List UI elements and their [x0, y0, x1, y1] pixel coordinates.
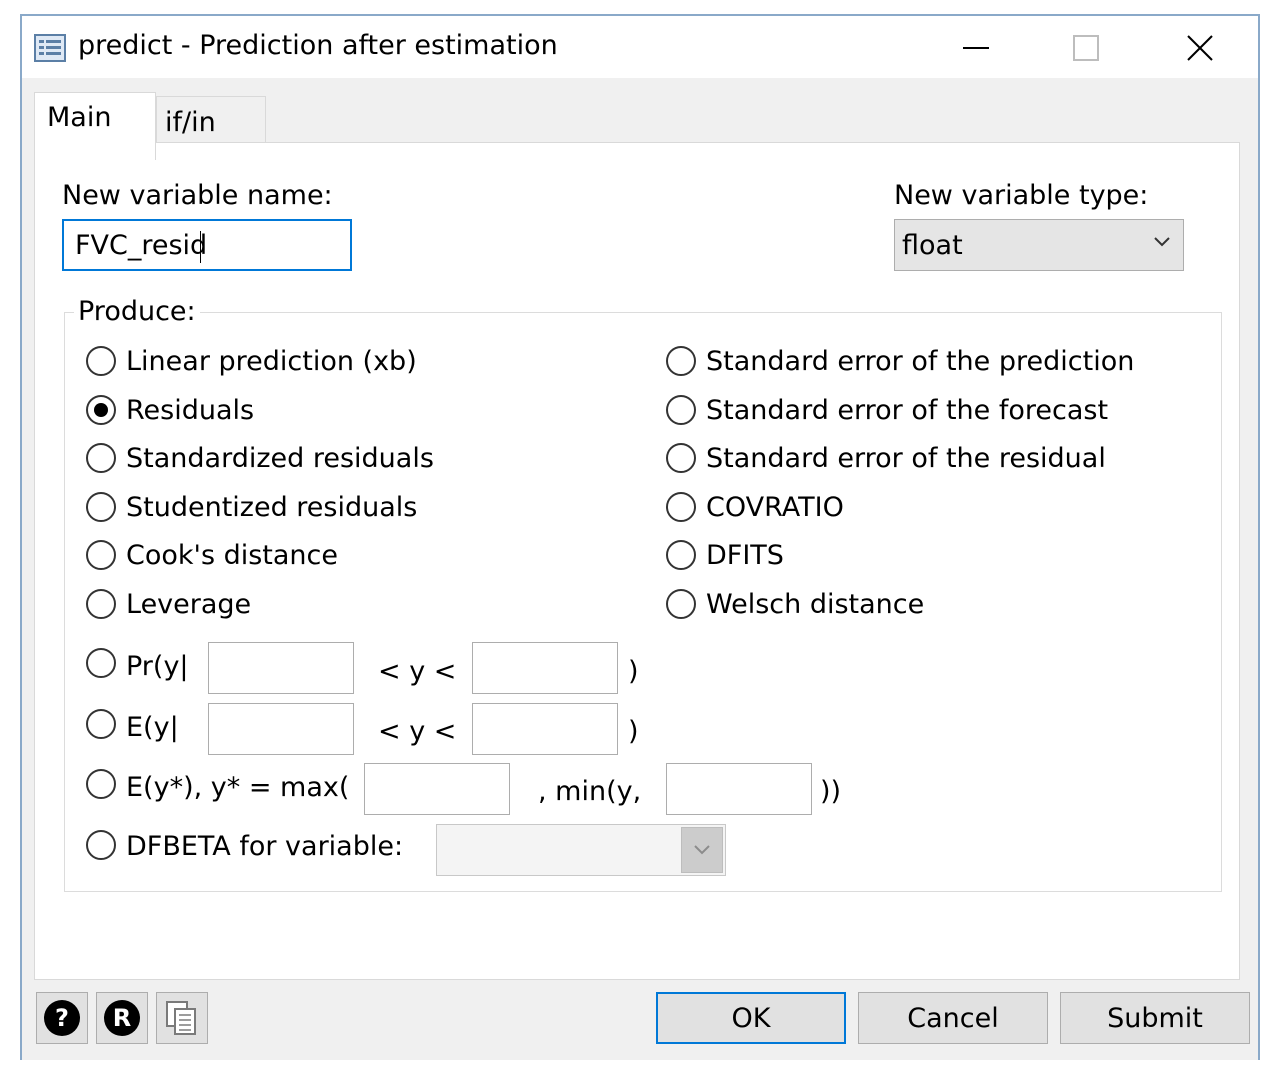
text-caret	[200, 231, 201, 263]
e-upper-input[interactable]	[472, 703, 618, 755]
radio-standardized-residuals[interactable]	[86, 443, 116, 473]
new-variable-name-input[interactable]: FVC_resid	[62, 219, 352, 271]
option-label: Welsch distance	[706, 589, 925, 620]
radio-dfbeta[interactable]	[86, 830, 116, 860]
option-label: Standardized residuals	[126, 443, 434, 474]
minimize-icon[interactable]	[948, 26, 1004, 70]
tab-main[interactable]: Main	[34, 92, 156, 160]
option-label: Standard error of the prediction	[706, 346, 1135, 377]
e-between-label: < y <	[378, 716, 457, 747]
pr-between-label: < y <	[378, 656, 457, 687]
dialog-list-icon	[34, 34, 66, 62]
produce-legend: Produce:	[74, 296, 200, 327]
submit-button[interactable]: Submit	[1060, 992, 1250, 1044]
e-label: E(y|	[126, 712, 179, 743]
cancel-button[interactable]: Cancel	[858, 992, 1048, 1044]
radio-selected-dot	[94, 403, 108, 417]
ystar-max-input[interactable]	[364, 763, 510, 815]
tab-if-in-label: if/in	[165, 107, 216, 138]
option-label: DFITS	[706, 540, 784, 571]
option-label: Leverage	[126, 589, 252, 620]
e-close-paren: )	[628, 716, 639, 747]
ok-button[interactable]: OK	[656, 992, 846, 1044]
radio-se-forecast[interactable]	[666, 395, 696, 425]
option-label: COVRATIO	[706, 492, 844, 523]
radio-probability[interactable]	[86, 648, 116, 678]
radio-linear-prediction[interactable]	[86, 346, 116, 376]
option-label: Linear prediction (xb)	[126, 346, 417, 377]
pr-close-paren: )	[628, 656, 639, 687]
help-icon: ?	[44, 1000, 80, 1036]
window-title: predict - Prediction after estimation	[78, 30, 558, 61]
radio-se-residual[interactable]	[666, 443, 696, 473]
ystar-min-label: , min(y,	[538, 776, 642, 807]
pr-lower-input[interactable]	[208, 642, 354, 694]
new-variable-type-select[interactable]: float	[894, 219, 1184, 271]
new-variable-type-label: New variable type:	[894, 180, 1149, 211]
dfbeta-label: DFBETA for variable:	[126, 831, 404, 862]
new-variable-type-value: float	[902, 230, 963, 261]
close-icon[interactable]	[1172, 26, 1228, 70]
tab-main-label: Main	[47, 102, 112, 133]
chevron-down-icon	[1154, 237, 1170, 247]
ystar-min-input[interactable]	[666, 763, 812, 815]
radio-residuals[interactable]	[86, 395, 116, 425]
copy-icon	[166, 1001, 196, 1035]
new-variable-name-label: New variable name:	[62, 180, 333, 211]
copy-button[interactable]	[156, 992, 208, 1044]
new-variable-name-value: FVC_resid	[75, 230, 208, 261]
e-lower-input[interactable]	[208, 703, 354, 755]
option-label: Residuals	[126, 395, 255, 426]
radio-welsch-distance[interactable]	[666, 589, 696, 619]
option-label: Standard error of the forecast	[706, 395, 1109, 426]
radio-cooks-distance[interactable]	[86, 540, 116, 570]
radio-censored-expected[interactable]	[86, 769, 116, 799]
r-icon: R	[104, 1000, 140, 1036]
dfbeta-variable-select[interactable]	[436, 824, 726, 876]
help-button[interactable]: ?	[36, 992, 88, 1044]
chevron-down-icon	[694, 845, 710, 855]
dialog-window: predict - Prediction after estimation if…	[20, 14, 1260, 1060]
r-button[interactable]: R	[96, 992, 148, 1044]
pr-label: Pr(y|	[126, 651, 189, 682]
option-label: Studentized residuals	[126, 492, 418, 523]
title-bar: predict - Prediction after estimation	[22, 16, 1258, 78]
pr-upper-input[interactable]	[472, 642, 618, 694]
radio-se-prediction[interactable]	[666, 346, 696, 376]
radio-dfits[interactable]	[666, 540, 696, 570]
option-label: Standard error of the residual	[706, 443, 1106, 474]
ystar-close-parens: ))	[820, 776, 842, 807]
radio-leverage[interactable]	[86, 589, 116, 619]
radio-covratio[interactable]	[666, 492, 696, 522]
radio-expected-value[interactable]	[86, 709, 116, 739]
dropdown-button[interactable]	[681, 827, 723, 873]
ystar-label: E(y*), y* = max(	[126, 772, 350, 803]
radio-studentized-residuals[interactable]	[86, 492, 116, 522]
option-label: Cook's distance	[126, 540, 339, 571]
maximize-icon[interactable]	[1058, 26, 1114, 70]
